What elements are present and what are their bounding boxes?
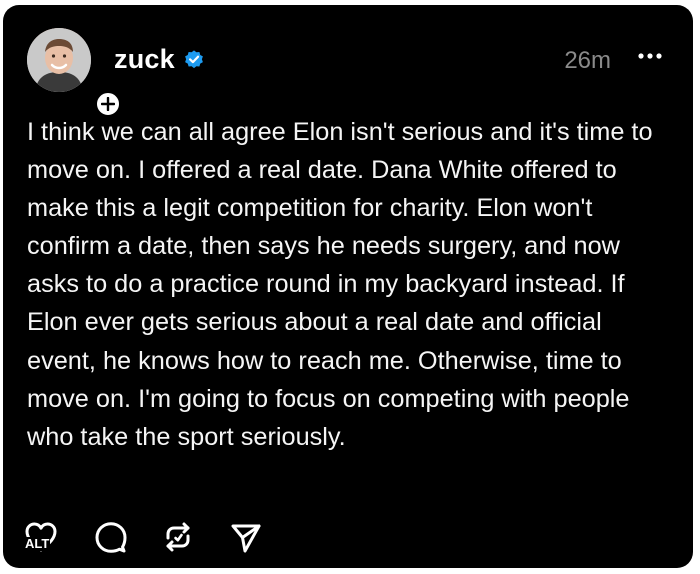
more-horizontal-icon[interactable] bbox=[637, 49, 663, 63]
comment-icon bbox=[95, 522, 127, 553]
post-text: I think we can all agree Elon isn't seri… bbox=[27, 118, 653, 451]
avatar-image bbox=[27, 28, 91, 92]
like-button[interactable]: ALT bbox=[23, 519, 59, 555]
avatar[interactable] bbox=[27, 28, 122, 118]
alt-label[interactable]: ALT bbox=[24, 537, 51, 551]
plus-icon bbox=[101, 97, 115, 111]
share-button[interactable] bbox=[228, 519, 264, 555]
reply-button[interactable] bbox=[93, 519, 129, 555]
post-card: zuck 26m I think we can all agree Elon i… bbox=[3, 5, 693, 568]
send-icon bbox=[231, 524, 261, 553]
repost-button[interactable] bbox=[160, 519, 196, 555]
username[interactable]: zuck bbox=[114, 44, 175, 75]
author-row: zuck bbox=[114, 44, 205, 75]
post-timestamp: 26m bbox=[564, 47, 611, 74]
verified-badge-icon bbox=[184, 49, 203, 68]
post-actions: ALT bbox=[23, 519, 293, 555]
repost-icon bbox=[166, 522, 190, 552]
